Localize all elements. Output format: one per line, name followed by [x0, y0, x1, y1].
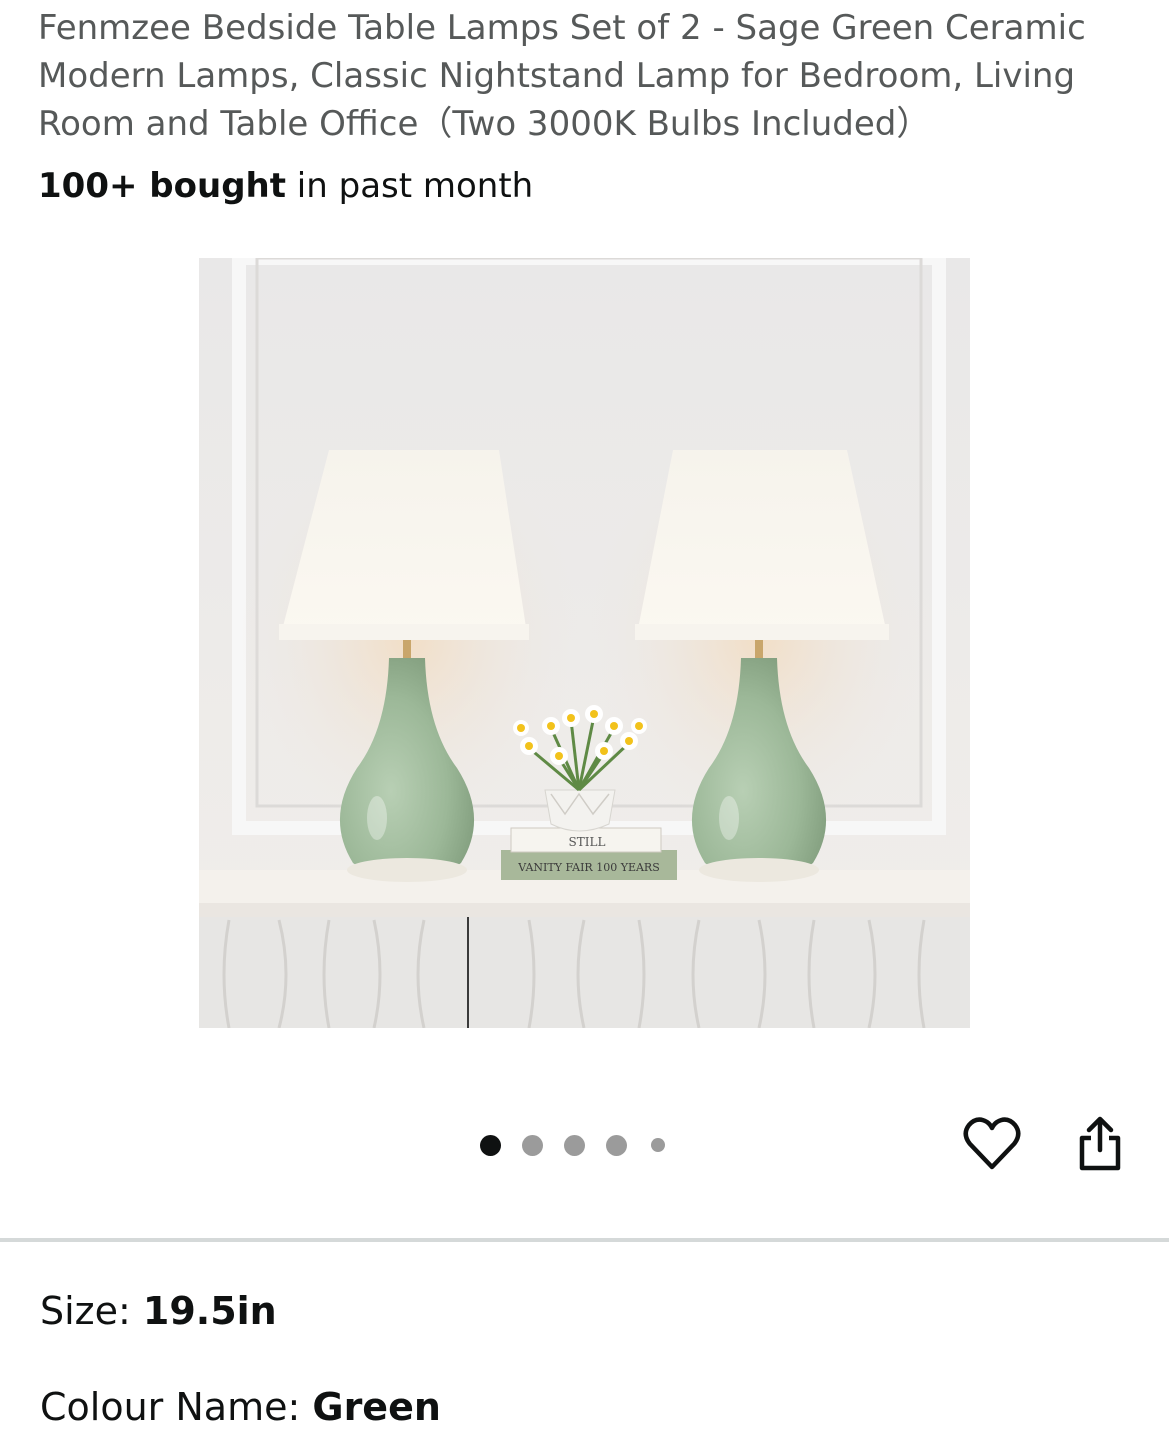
carousel-dot-3[interactable]: [564, 1134, 585, 1156]
section-divider: [0, 1238, 1169, 1242]
carousel-dot-5[interactable]: [651, 1138, 665, 1152]
image-carousel-dots[interactable]: [480, 1131, 686, 1159]
bought-count: 100+ bought: [38, 166, 286, 206]
size-selection: Size: 19.5in: [40, 1286, 277, 1336]
book-title-bottom: VANITY FAIR 100 YEARS: [517, 861, 660, 874]
carousel-dot-4[interactable]: [606, 1134, 627, 1156]
book-title-top: STILL: [569, 835, 606, 849]
colour-value: Green: [312, 1385, 441, 1429]
share-button[interactable]: [1070, 1114, 1130, 1174]
favorite-button[interactable]: [962, 1114, 1022, 1174]
carousel-dot-2[interactable]: [522, 1134, 543, 1156]
bought-period: in past month: [286, 166, 534, 206]
bought-in-past-month: 100+ bought in past month: [38, 162, 533, 210]
size-label: Size:: [40, 1289, 143, 1333]
product-image[interactable]: STILL VANITY FAIR 100 YEARS: [199, 258, 970, 1028]
heart-icon: [963, 1117, 1021, 1170]
share-icon: [1079, 1116, 1121, 1171]
product-title: Fenmzee Bedside Table Lamps Set of 2 - S…: [38, 8, 1086, 144]
product-page: Fenmzee Bedside Table Lamps Set of 2 - S…: [0, 0, 1169, 1440]
size-value: 19.5in: [142, 1289, 277, 1333]
carousel-dot-1[interactable]: [480, 1134, 501, 1156]
colour-selection: Colour Name: Green: [40, 1382, 441, 1432]
colour-label: Colour Name:: [40, 1385, 313, 1429]
